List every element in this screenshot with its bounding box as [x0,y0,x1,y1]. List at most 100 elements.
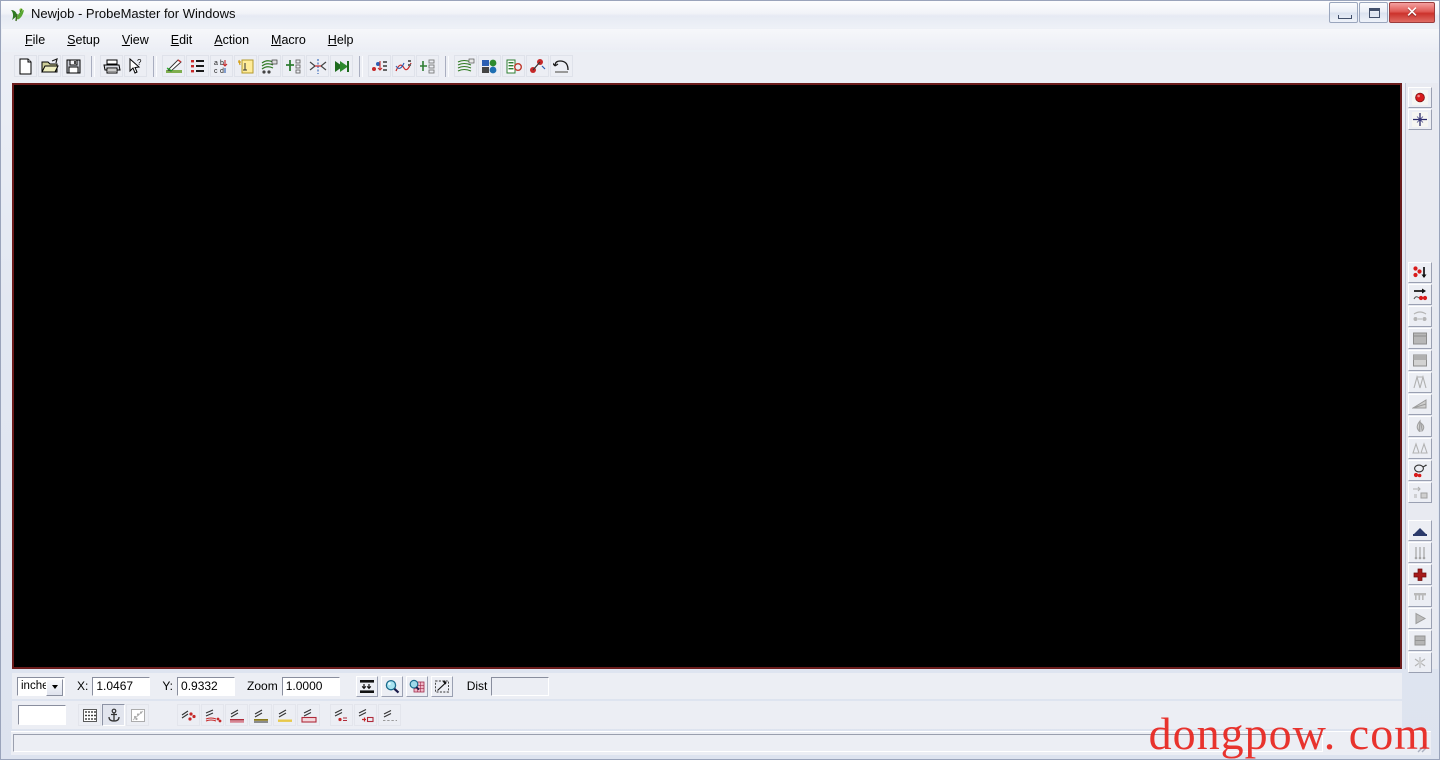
transfer-button[interactable] [1408,482,1432,503]
title-bar: Newjob - ProbeMaster for Windows ✕ [1,1,1439,28]
toolbar-separator [91,55,95,77]
play-arrow-icon [1412,611,1428,626]
sail-shape-button[interactable] [1408,416,1432,437]
wire-dashed-icon [381,708,399,723]
layers-button[interactable] [478,55,501,77]
add-node-button[interactable] [282,55,305,77]
menu-item-view[interactable]: View [111,31,160,49]
close-button[interactable]: ✕ [1389,2,1435,23]
wire-points-button[interactable] [177,704,200,726]
undo-button[interactable] [550,55,573,77]
anchor-icon [106,708,122,723]
optimize-button[interactable] [392,55,415,77]
grid-snap-button[interactable] [78,704,101,726]
add-cross-button[interactable] [1408,564,1432,585]
diagonal-measure-icon [434,679,450,694]
anchor-snap-button[interactable] [102,704,125,726]
report-button[interactable] [502,55,525,77]
sort-paths-icon [371,58,389,75]
jump-end-icon [333,58,350,75]
save-button[interactable] [62,55,85,77]
svg-text:?: ? [137,58,142,67]
status-bar [11,731,1431,755]
new-button[interactable] [14,55,37,77]
block-button[interactable] [1408,630,1432,651]
zoom-input[interactable]: 1.0000 [281,676,340,696]
marker-button[interactable] [526,55,549,77]
toolbar-separator [359,55,363,77]
measure-button[interactable] [430,675,453,697]
chevron-down-icon[interactable] [46,678,63,696]
zoom-in-button[interactable] [380,675,403,697]
mirror-node-button[interactable] [306,55,329,77]
layer-field[interactable] [18,705,66,725]
array-build-button[interactable]: ab cd [210,55,233,77]
minimize-button[interactable] [1329,2,1358,23]
x-input[interactable]: 1.0467 [92,676,151,696]
wire-tag-box-button[interactable] [354,704,377,726]
fill-rect-button[interactable] [1408,328,1432,349]
move-right-points-button[interactable] [1408,284,1432,305]
move-down-points-button[interactable] [1408,262,1432,283]
wire-box-button[interactable] [297,704,320,726]
crosshair-tool-button[interactable] [1408,109,1432,130]
fit-view-button[interactable] [355,675,378,697]
jump-end-button[interactable] [330,55,353,77]
plate-button[interactable] [1408,520,1432,541]
canvas-surface[interactable] [14,85,1400,667]
highlight-pad-button[interactable] [234,55,257,77]
probe-pen-button[interactable] [162,55,185,77]
menu-item-action[interactable]: Action [203,31,260,49]
play-button[interactable] [1408,608,1432,629]
dist-label: Dist [466,679,488,693]
open-button[interactable] [38,55,61,77]
split-shape-button[interactable] [1408,438,1432,459]
units-value: inche [21,680,49,692]
transfer-icon [1412,485,1428,500]
append-button[interactable] [416,55,439,77]
dist-input[interactable] [491,676,550,696]
red-dot-tool-button[interactable] [1408,87,1432,108]
menu-bar: File Setup View Edit Action Macro Help [2,29,1439,50]
wire-multi-button[interactable] [201,704,224,726]
points-link-button[interactable] [1408,306,1432,327]
menu-item-help[interactable]: Help [317,31,365,49]
wire-tag-c-button[interactable] [330,704,353,726]
window-title: Newjob - ProbeMaster for Windows [31,6,236,21]
comb-icon [1412,589,1428,604]
help-context-button[interactable]: ? [124,55,147,77]
resize-grip[interactable] [1413,739,1427,753]
wire-yellow-line-button[interactable] [273,704,296,726]
design-canvas[interactable] [12,83,1402,669]
menu-item-file[interactable]: File [14,31,56,49]
wire-dashed-button[interactable] [378,704,401,726]
print-button[interactable] [100,55,123,77]
zoom-region-button[interactable] [405,675,428,697]
sort-paths-button[interactable] [368,55,391,77]
printer-icon [102,58,121,75]
spark-button[interactable] [1408,652,1432,673]
layers-icon [481,58,498,75]
wire-olive-line-button[interactable] [249,704,272,726]
wire-red-line-button[interactable] [225,704,248,726]
wedge-shape-button[interactable] [1408,394,1432,415]
menu-item-macro[interactable]: Macro [260,31,317,49]
comb-button[interactable] [1408,586,1432,607]
lasso-select-button[interactable] [1408,460,1432,481]
fan-shape-button[interactable] [1408,372,1432,393]
maximize-button[interactable] [1359,2,1388,23]
point-snap-button[interactable] [126,704,149,726]
menu-item-setup[interactable]: Setup [56,31,111,49]
net-view-button[interactable] [454,55,477,77]
menu-item-edit[interactable]: Edit [160,31,204,49]
half-rect-button[interactable] [1408,350,1432,371]
wire-group-button[interactable] [258,55,281,77]
y-input[interactable]: 0.9332 [177,676,236,696]
pins-button[interactable] [1408,542,1432,563]
pad-list-button[interactable] [186,55,209,77]
units-select[interactable]: inche [17,676,65,696]
x-label: X: [77,679,89,693]
svg-text:a: a [214,60,218,67]
wire-group-icon [261,58,279,75]
report-icon [505,58,522,75]
